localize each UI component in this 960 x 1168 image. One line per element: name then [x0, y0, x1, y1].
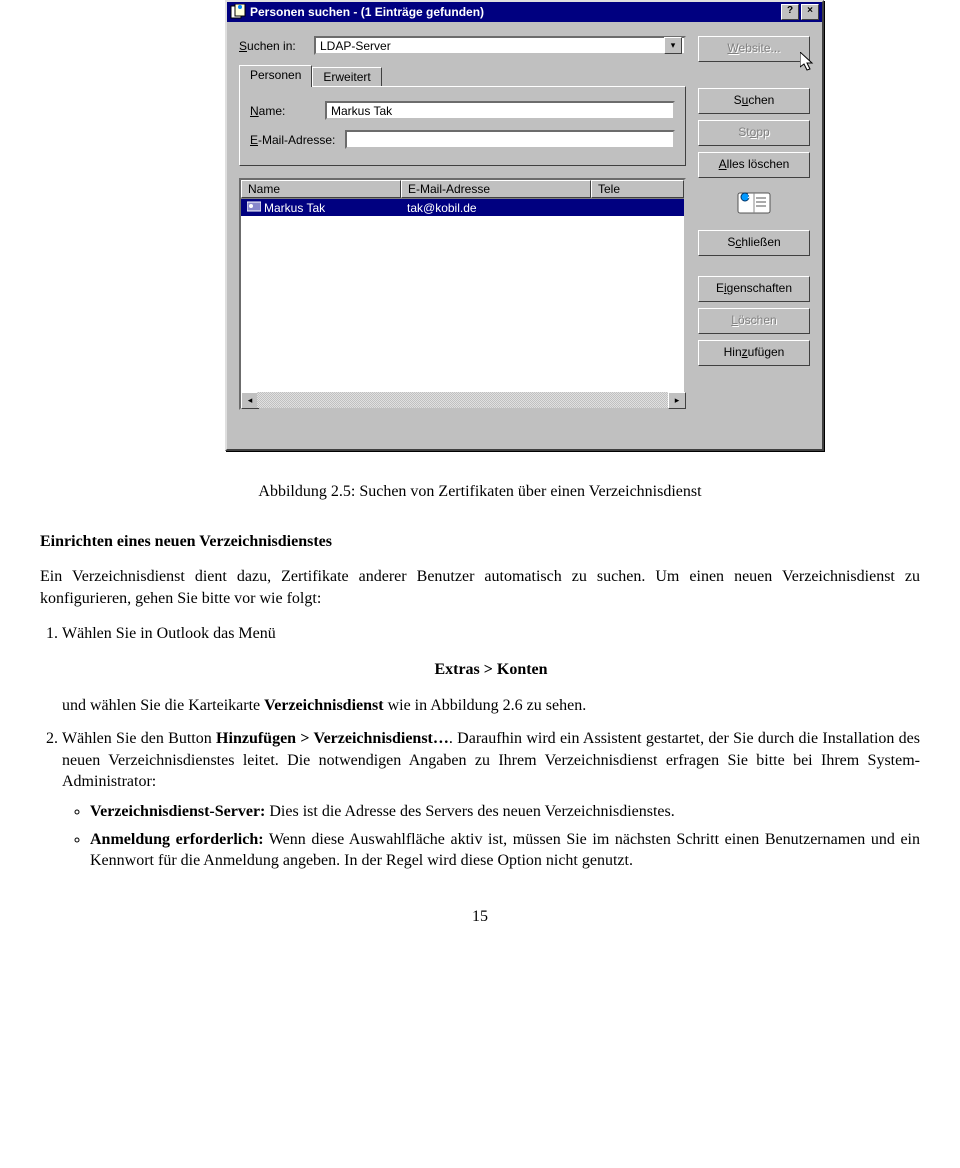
- step-2: Wählen Sie den Button Hinzufügen > Verze…: [62, 728, 920, 872]
- document-body: Abbildung 2.5: Suchen von Zertifikaten ü…: [40, 481, 920, 927]
- searchin-combo[interactable]: LDAP-Server ▾: [314, 36, 686, 55]
- col-tel[interactable]: Tele: [591, 180, 684, 198]
- col-email[interactable]: E-Mail-Adresse: [401, 180, 591, 198]
- cursor-icon: [800, 52, 818, 74]
- close-button[interactable]: ×: [801, 4, 819, 20]
- bullet-2: Anmeldung erforderlich: Wenn diese Auswa…: [90, 829, 920, 872]
- props-button[interactable]: Eigenschaften: [698, 276, 810, 302]
- window-title: Personen suchen - (1 Einträge gefunden): [250, 5, 779, 19]
- tab-people[interactable]: Personen: [239, 65, 312, 87]
- tab-advanced[interactable]: Erweitert: [312, 67, 381, 86]
- tabs: Personen Erweitert: [239, 65, 686, 86]
- app-icon: [230, 4, 246, 20]
- results-list[interactable]: Name E-Mail-Adresse Tele Markus Tak: [239, 178, 686, 410]
- col-name[interactable]: Name: [241, 180, 401, 198]
- name-label: Name:: [250, 104, 325, 118]
- name-input[interactable]: [325, 101, 675, 120]
- step-1: Wählen Sie in Outlook das Menü Extras > …: [62, 623, 920, 716]
- subheading: Einrichten eines neuen Verzeichnisdienst…: [40, 531, 920, 553]
- clear-button[interactable]: Alles löschen: [698, 152, 810, 178]
- cell-tel: [591, 199, 684, 216]
- cell-email: tak@kobil.de: [401, 199, 591, 216]
- delete-button: Löschen: [698, 308, 810, 334]
- menu-path: Extras > Konten: [62, 659, 920, 681]
- steps-list: Wählen Sie in Outlook das Menü Extras > …: [62, 623, 920, 871]
- searchin-value: LDAP-Server: [320, 39, 664, 53]
- help-button[interactable]: ?: [781, 4, 799, 20]
- person-icon: [247, 200, 261, 215]
- searchin-label: Suchen in:: [239, 39, 314, 53]
- stop-button: Stopp: [698, 120, 810, 146]
- cell-name: Markus Tak: [264, 201, 325, 215]
- chevron-down-icon[interactable]: ▾: [664, 37, 682, 54]
- add-button[interactable]: Hinzufügen: [698, 340, 810, 366]
- horizontal-scrollbar[interactable]: ◂ ▸: [241, 392, 684, 408]
- people-search-dialog: Personen suchen - (1 Einträge gefunden) …: [225, 0, 824, 451]
- close-dialog-button[interactable]: Schließen: [698, 230, 810, 256]
- list-header: Name E-Mail-Adresse Tele: [241, 180, 684, 199]
- email-label: E-Mail-Adresse:: [250, 133, 345, 147]
- scroll-right-icon[interactable]: ▸: [668, 392, 686, 409]
- email-input[interactable]: [345, 130, 675, 149]
- titlebar[interactable]: Personen suchen - (1 Einträge gefunden) …: [227, 2, 822, 22]
- intro-paragraph: Ein Verzeichnisdienst dient dazu, Zertif…: [40, 566, 920, 609]
- tabpanel-people: Name: E-Mail-Adresse:: [239, 86, 686, 166]
- figure-caption: Abbildung 2.5: Suchen von Zertifikaten ü…: [40, 481, 920, 503]
- page-number: 15: [40, 906, 920, 928]
- search-button[interactable]: Suchen: [698, 88, 810, 114]
- list-item[interactable]: Markus Tak tak@kobil.de: [241, 199, 684, 216]
- bullet-1: Verzeichnisdienst-Server: Dies ist die A…: [90, 801, 920, 823]
- website-button: Website...: [698, 36, 810, 62]
- bullet-list: Verzeichnisdienst-Server: Dies ist die A…: [90, 801, 920, 872]
- book-icon: [734, 184, 774, 220]
